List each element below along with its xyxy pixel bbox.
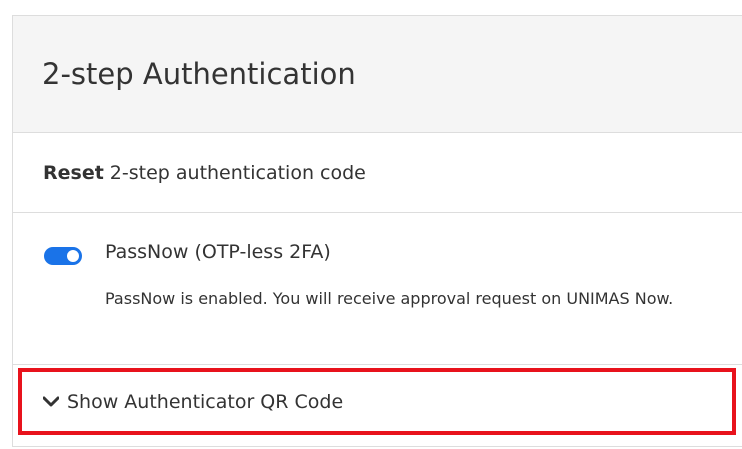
panel-header: 2-step Authentication	[13, 16, 742, 133]
reset-label: Reset	[43, 161, 104, 184]
reset-2fa-row[interactable]: Reset 2-step authentication code	[13, 133, 742, 213]
passnow-toggle[interactable]	[44, 247, 82, 265]
chevron-down-icon	[42, 393, 60, 412]
panel-title: 2-step Authentication	[42, 56, 356, 91]
passnow-title: PassNow (OTP-less 2FA)	[105, 241, 331, 263]
show-qr-code-toggle[interactable]: Show Authenticator QR Code	[18, 368, 736, 435]
show-qr-code-label: Show Authenticator QR Code	[67, 390, 344, 413]
reset-text: 2-step authentication code	[109, 161, 366, 184]
passnow-row: PassNow (OTP-less 2FA) PassNow is enable…	[13, 213, 742, 365]
toggle-knob	[67, 250, 79, 262]
passnow-description: PassNow is enabled. You will receive app…	[105, 289, 674, 308]
